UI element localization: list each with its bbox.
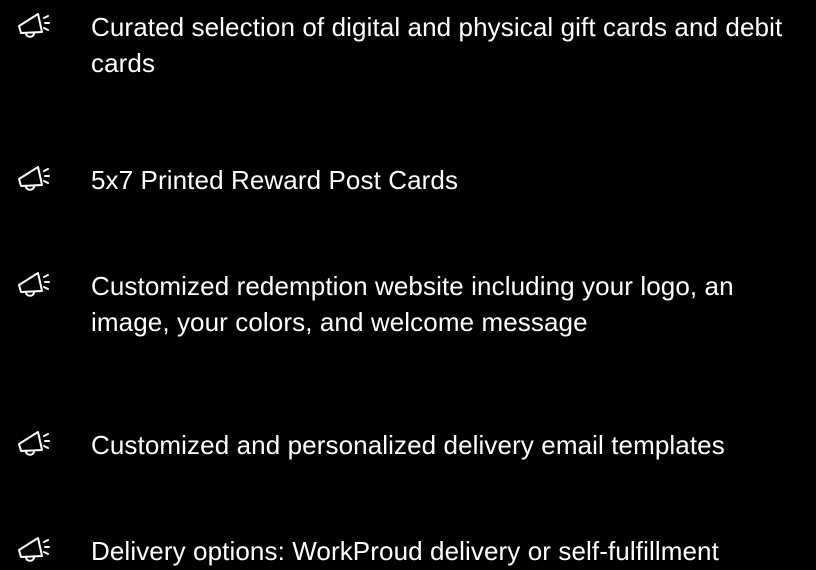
feature-text: Customized and personalized delivery ema…: [91, 430, 725, 460]
megaphone-icon: [17, 429, 53, 457]
feature-text: Customized redemption website including …: [91, 271, 734, 337]
megaphone-icon: [17, 270, 53, 298]
megaphone-icon: [17, 535, 53, 563]
feature-text: Delivery options: WorkProud delivery or …: [91, 536, 719, 566]
megaphone-icon: [17, 164, 53, 192]
megaphone-icon: [17, 11, 53, 39]
feature-text: Curated selection of digital and physica…: [91, 12, 783, 78]
feature-text: 5x7 Printed Reward Post Cards: [91, 165, 459, 195]
feature-list: Curated selection of digital and physica…: [0, 0, 816, 570]
